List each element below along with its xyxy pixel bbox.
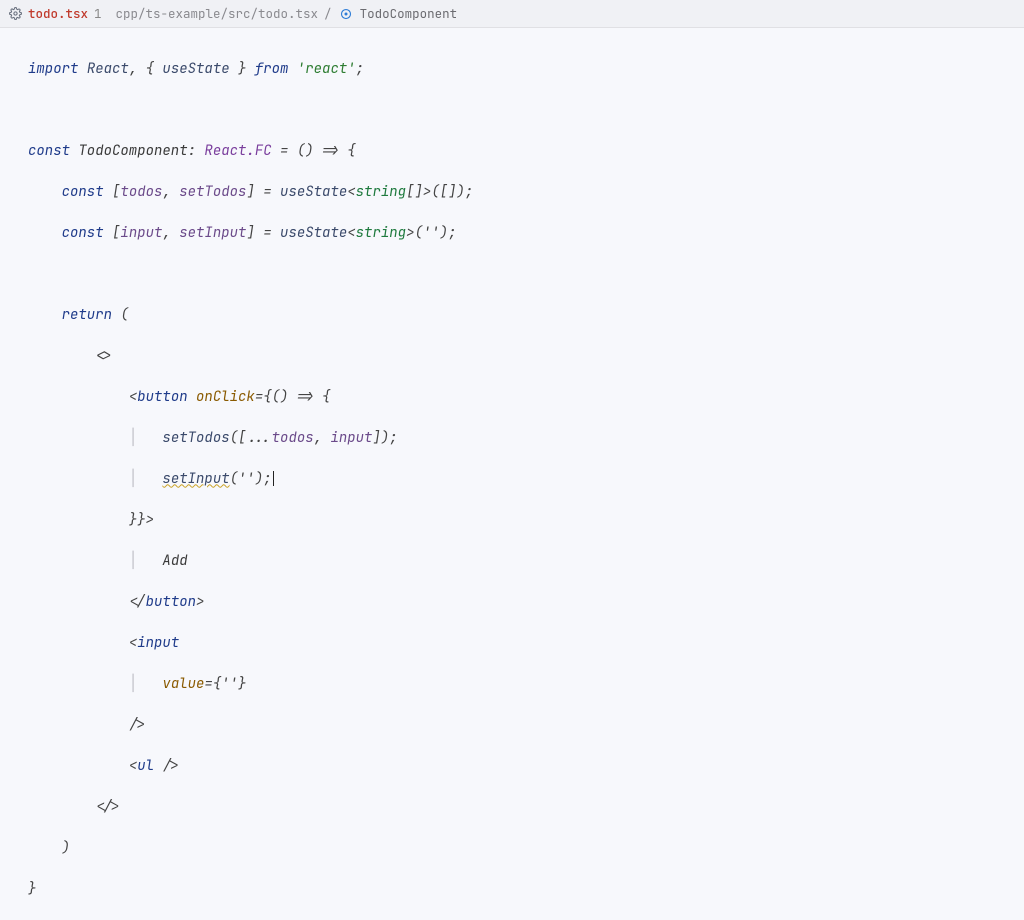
code-line[interactable]: │ setInput(''); [28, 469, 1024, 490]
code-line[interactable]: <button onClick={() => { [28, 387, 1024, 408]
code-line[interactable]: const [input, setInput] = useState<strin… [28, 223, 1024, 244]
code-line[interactable]: const TodoComponent: React.FC = () => { [28, 141, 1024, 162]
code-line[interactable]: return ( [28, 305, 1024, 326]
code-line[interactable]: │ setTodos([...todos, input]); [28, 428, 1024, 449]
code-line[interactable]: /> [28, 715, 1024, 736]
code-line[interactable] [28, 264, 1024, 285]
text-cursor [273, 471, 274, 486]
code-line[interactable]: <ul /> [28, 756, 1024, 777]
code-line[interactable]: import React, { useState } from 'react'; [28, 59, 1024, 80]
code-line[interactable]: │ value={''} [28, 674, 1024, 695]
code-line[interactable]: const [todos, setTodos] = useState<strin… [28, 182, 1024, 203]
code-line[interactable]: </button> [28, 592, 1024, 613]
code-line[interactable]: } [28, 879, 1024, 900]
component-icon [340, 8, 352, 20]
code-line[interactable]: <> [28, 346, 1024, 367]
code-line[interactable]: <input [28, 633, 1024, 654]
code-line[interactable]: │ Add [28, 551, 1024, 572]
breadcrumb-path[interactable]: cpp/ts-example/src/todo.tsx [116, 5, 319, 22]
editor-top-bar: todo.tsx 1 cpp/ts-example/src/todo.tsx/ … [0, 0, 1024, 28]
tab-modified-badge: 1 [94, 5, 102, 22]
code-line[interactable]: }}> [28, 510, 1024, 531]
tab-filename[interactable]: todo.tsx [28, 5, 88, 22]
code-line[interactable]: </> [28, 797, 1024, 818]
settings-icon [8, 7, 22, 21]
code-editor[interactable]: import React, { useState } from 'react';… [0, 28, 1024, 920]
code-line[interactable]: ) [28, 838, 1024, 859]
code-line[interactable] [28, 100, 1024, 121]
breadcrumb-symbol[interactable]: TodoComponent [360, 5, 458, 22]
